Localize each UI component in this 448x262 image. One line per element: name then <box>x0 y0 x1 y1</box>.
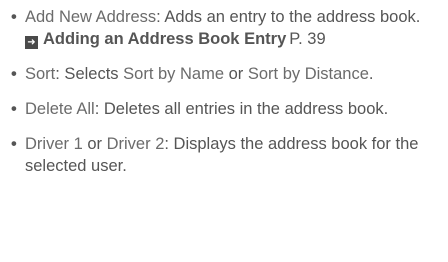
reference-title: Adding an Address Book Entry <box>43 30 287 48</box>
bullet-icon: • <box>11 135 17 153</box>
option-term-driver-2: Driver 2 <box>106 135 165 153</box>
option-term: Add New Address <box>25 8 157 26</box>
option-description: : Selects <box>55 65 124 83</box>
option-description: or <box>82 135 107 153</box>
bullet-icon: • <box>11 100 17 118</box>
option-description: or <box>224 65 248 83</box>
list-item-sort: • Sort: Selects Sort by Name or Sort by … <box>11 63 438 85</box>
option-description: : Adds an entry to the address book. <box>156 8 421 26</box>
option-value-sort-by-name: Sort by Name <box>123 65 225 83</box>
list-item-add-new-address: • Add New Address: Adds an entry to the … <box>11 6 438 50</box>
option-description: : Deletes all entries in the address boo… <box>94 100 389 118</box>
option-list: • Add New Address: Adds an entry to the … <box>11 6 438 177</box>
option-value-sort-by-distance: Sort by Distance <box>247 65 369 83</box>
option-term: Delete All <box>25 100 95 118</box>
list-item-delete-all: • Delete All: Deletes all entries in the… <box>11 98 438 120</box>
bullet-icon: • <box>11 8 17 26</box>
reference-page: P. 39 <box>289 30 326 48</box>
list-item-driver: • Driver 1 or Driver 2: Displays the add… <box>11 133 438 177</box>
cross-reference[interactable]: ➜ Adding an Address Book Entry P. 39 <box>25 28 438 50</box>
bullet-icon: • <box>11 65 17 83</box>
option-term: Sort <box>25 65 56 83</box>
reference-arrow-icon: ➜ <box>25 36 38 49</box>
page: • Add New Address: Adds an entry to the … <box>0 0 448 262</box>
option-description: . <box>368 65 374 83</box>
option-term-driver-1: Driver 1 <box>25 135 83 153</box>
